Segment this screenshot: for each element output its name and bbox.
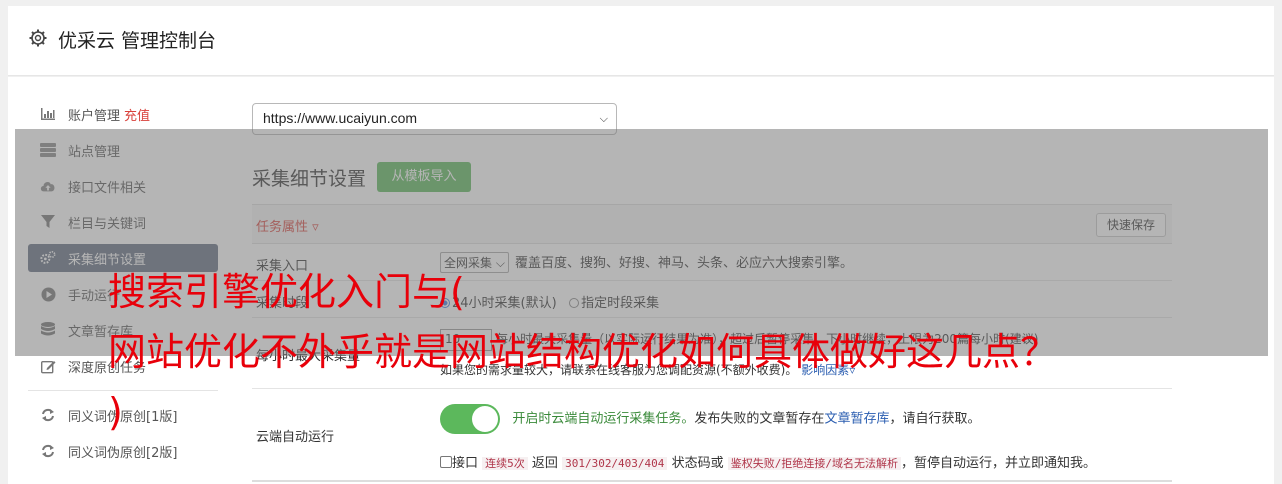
auto-run-status: 开启时云端自动运行采集任务。 — [512, 411, 695, 427]
row-label: 采集时段 — [256, 296, 309, 311]
entry-select-value: 全网采集 — [444, 256, 493, 270]
radio-24h[interactable] — [440, 298, 450, 308]
sidebar-item-label: 同义词伪原创[2版] — [68, 445, 178, 461]
sidebar-item-collection-settings[interactable]: 采集细节设置 — [28, 244, 218, 272]
play-circle-icon — [40, 286, 56, 302]
toggle-knob — [472, 406, 498, 432]
code-status: 301/302/403/404 — [562, 457, 668, 470]
sidebar-item-label: 文章暂存库 — [68, 324, 134, 340]
auto-run-desc: 发布失败的文章暂存在 — [694, 411, 825, 427]
sidebar-item-sites[interactable]: 站点管理 — [28, 136, 218, 164]
sidebar-item-label: 接口文件相关 — [68, 180, 147, 196]
refresh-icon — [40, 443, 56, 459]
article-storage-link[interactable]: 文章暂存库 — [824, 412, 889, 427]
sidebar-item-deep-rewrite[interactable]: 深度原创任务 — [28, 352, 218, 380]
row-label: 云端自动运行 — [256, 430, 335, 445]
bar-chart-icon — [40, 106, 56, 122]
row-label: 采集入口 — [256, 259, 309, 274]
entry-select[interactable]: 全网采集 ⌵ — [440, 252, 509, 273]
sidebar-item-columns-keywords[interactable]: 栏目与关键词 — [28, 208, 218, 236]
entry-description: 覆盖百度、搜狗、好搜、神马、头条、必应六大搜索引擎。 — [514, 256, 853, 271]
table-row-entry: 采集入口 全网采集 ⌵ 覆盖百度、搜狗、好搜、神马、头条、必应六大搜索引擎。 — [252, 245, 1172, 281]
refresh-icon — [40, 407, 56, 423]
sidebar-item-article-storage[interactable]: 文章暂存库 — [28, 316, 218, 344]
chevron-down-icon: ⌵ — [599, 113, 608, 125]
volume-input[interactable]: 10 — [440, 329, 492, 351]
pause-check-label: 接口 — [452, 456, 479, 471]
code-consecutive: 连续5次 — [482, 457, 528, 470]
quick-save-button[interactable]: 快速保存 — [1096, 213, 1166, 237]
auto-run-desc-end: ，请自行获取。 — [889, 411, 981, 427]
pause-text-3: ，暂停自动运行，并立即通知我。 — [900, 456, 1096, 471]
sidebar-item-label: 站点管理 — [68, 144, 121, 160]
sidebar-item-label: 同义词伪原创[1版] — [68, 409, 178, 425]
impact-factors-link[interactable]: 影响因素 — [801, 363, 849, 377]
sidebar: 账户管理 充值 站点管理 接口文件相关 栏目与关键词 采集细节设置 手动运行 文… — [28, 100, 218, 473]
pause-text-2: 状态码或 — [671, 456, 724, 471]
sidebar-item-label: 手动运行 — [68, 288, 121, 304]
table-row-cloud: 云端自动运行 开启时云端自动运行采集任务。发布失败的文章暂存在文章暂存库，请自行… — [252, 390, 1172, 482]
page-title: 优采云 管理控制台 — [58, 30, 217, 52]
table-row-volume: 每小时最大采集量 10 每小时最大采集量（以实际运行结果为准），超过后暂停采集，… — [252, 319, 1172, 389]
sidebar-divider — [28, 390, 218, 391]
filter-icon — [40, 214, 56, 230]
recharge-link[interactable]: 充值 — [124, 105, 150, 124]
sidebar-item-interface-files[interactable]: 接口文件相关 — [28, 172, 218, 200]
volume-description: 每小时最大采集量（以实际运行结果为准），超过后暂停采集，下小时继续，上限为200… — [496, 332, 1039, 346]
top-bar: 优采云 管理控制台 — [8, 6, 1274, 76]
sidebar-item-label: 栏目与关键词 — [68, 216, 147, 232]
sidebar-item-label: 账户管理 — [68, 108, 121, 124]
chevron-down-icon: ▿ — [849, 363, 856, 377]
sidebar-item-account[interactable]: 账户管理 充值 — [28, 100, 218, 128]
site-select[interactable]: https://www.ucaiyun.com ⌵ — [252, 103, 617, 135]
radio-24h-label: 24小时采集(默认) — [452, 296, 557, 311]
site-select-value: https://www.ucaiyun.com — [263, 110, 418, 126]
table-row-time: 采集时段 24小时采集(默认) 指定时段采集 — [252, 282, 1172, 318]
pause-text-1: 返回 — [531, 456, 558, 471]
radio-custom-time[interactable] — [569, 298, 580, 308]
code-auth-fail: 鉴权失败/拒绝连接/域名无法解析 — [727, 457, 901, 470]
cloud-upload-icon — [40, 178, 56, 194]
import-template-button[interactable]: 从模板导入 — [377, 162, 471, 192]
sidebar-item-manual-run[interactable]: 手动运行 — [28, 280, 218, 308]
sidebar-item-synonym-v1[interactable]: 同义词伪原创[1版] — [28, 401, 218, 429]
radio-custom-time-label: 指定时段采集 — [581, 296, 660, 311]
database-icon — [40, 322, 56, 338]
server-icon — [40, 142, 56, 158]
edit-icon — [40, 358, 56, 374]
pause-checkbox[interactable] — [440, 456, 452, 468]
table-header: 任务属性 ▿ 快速保存 — [252, 204, 1172, 244]
sidebar-item-label: 深度原创任务 — [68, 360, 147, 376]
gears-icon — [40, 250, 56, 266]
volume-note: 如果您的需求量较大，请联系在线客服为您调配资源(不额外收费)。 — [440, 363, 798, 377]
sidebar-item-synonym-v2[interactable]: 同义词伪原创[2版] — [28, 437, 218, 465]
auto-run-toggle[interactable] — [440, 404, 500, 434]
section-title: 采集细节设置 — [252, 168, 367, 190]
task-attribute-toggle[interactable]: 任务属性 ▿ — [256, 216, 319, 235]
row-label: 每小时最大采集量 — [256, 349, 361, 364]
gear-icon — [29, 29, 47, 47]
sidebar-item-label: 采集细节设置 — [68, 252, 147, 268]
